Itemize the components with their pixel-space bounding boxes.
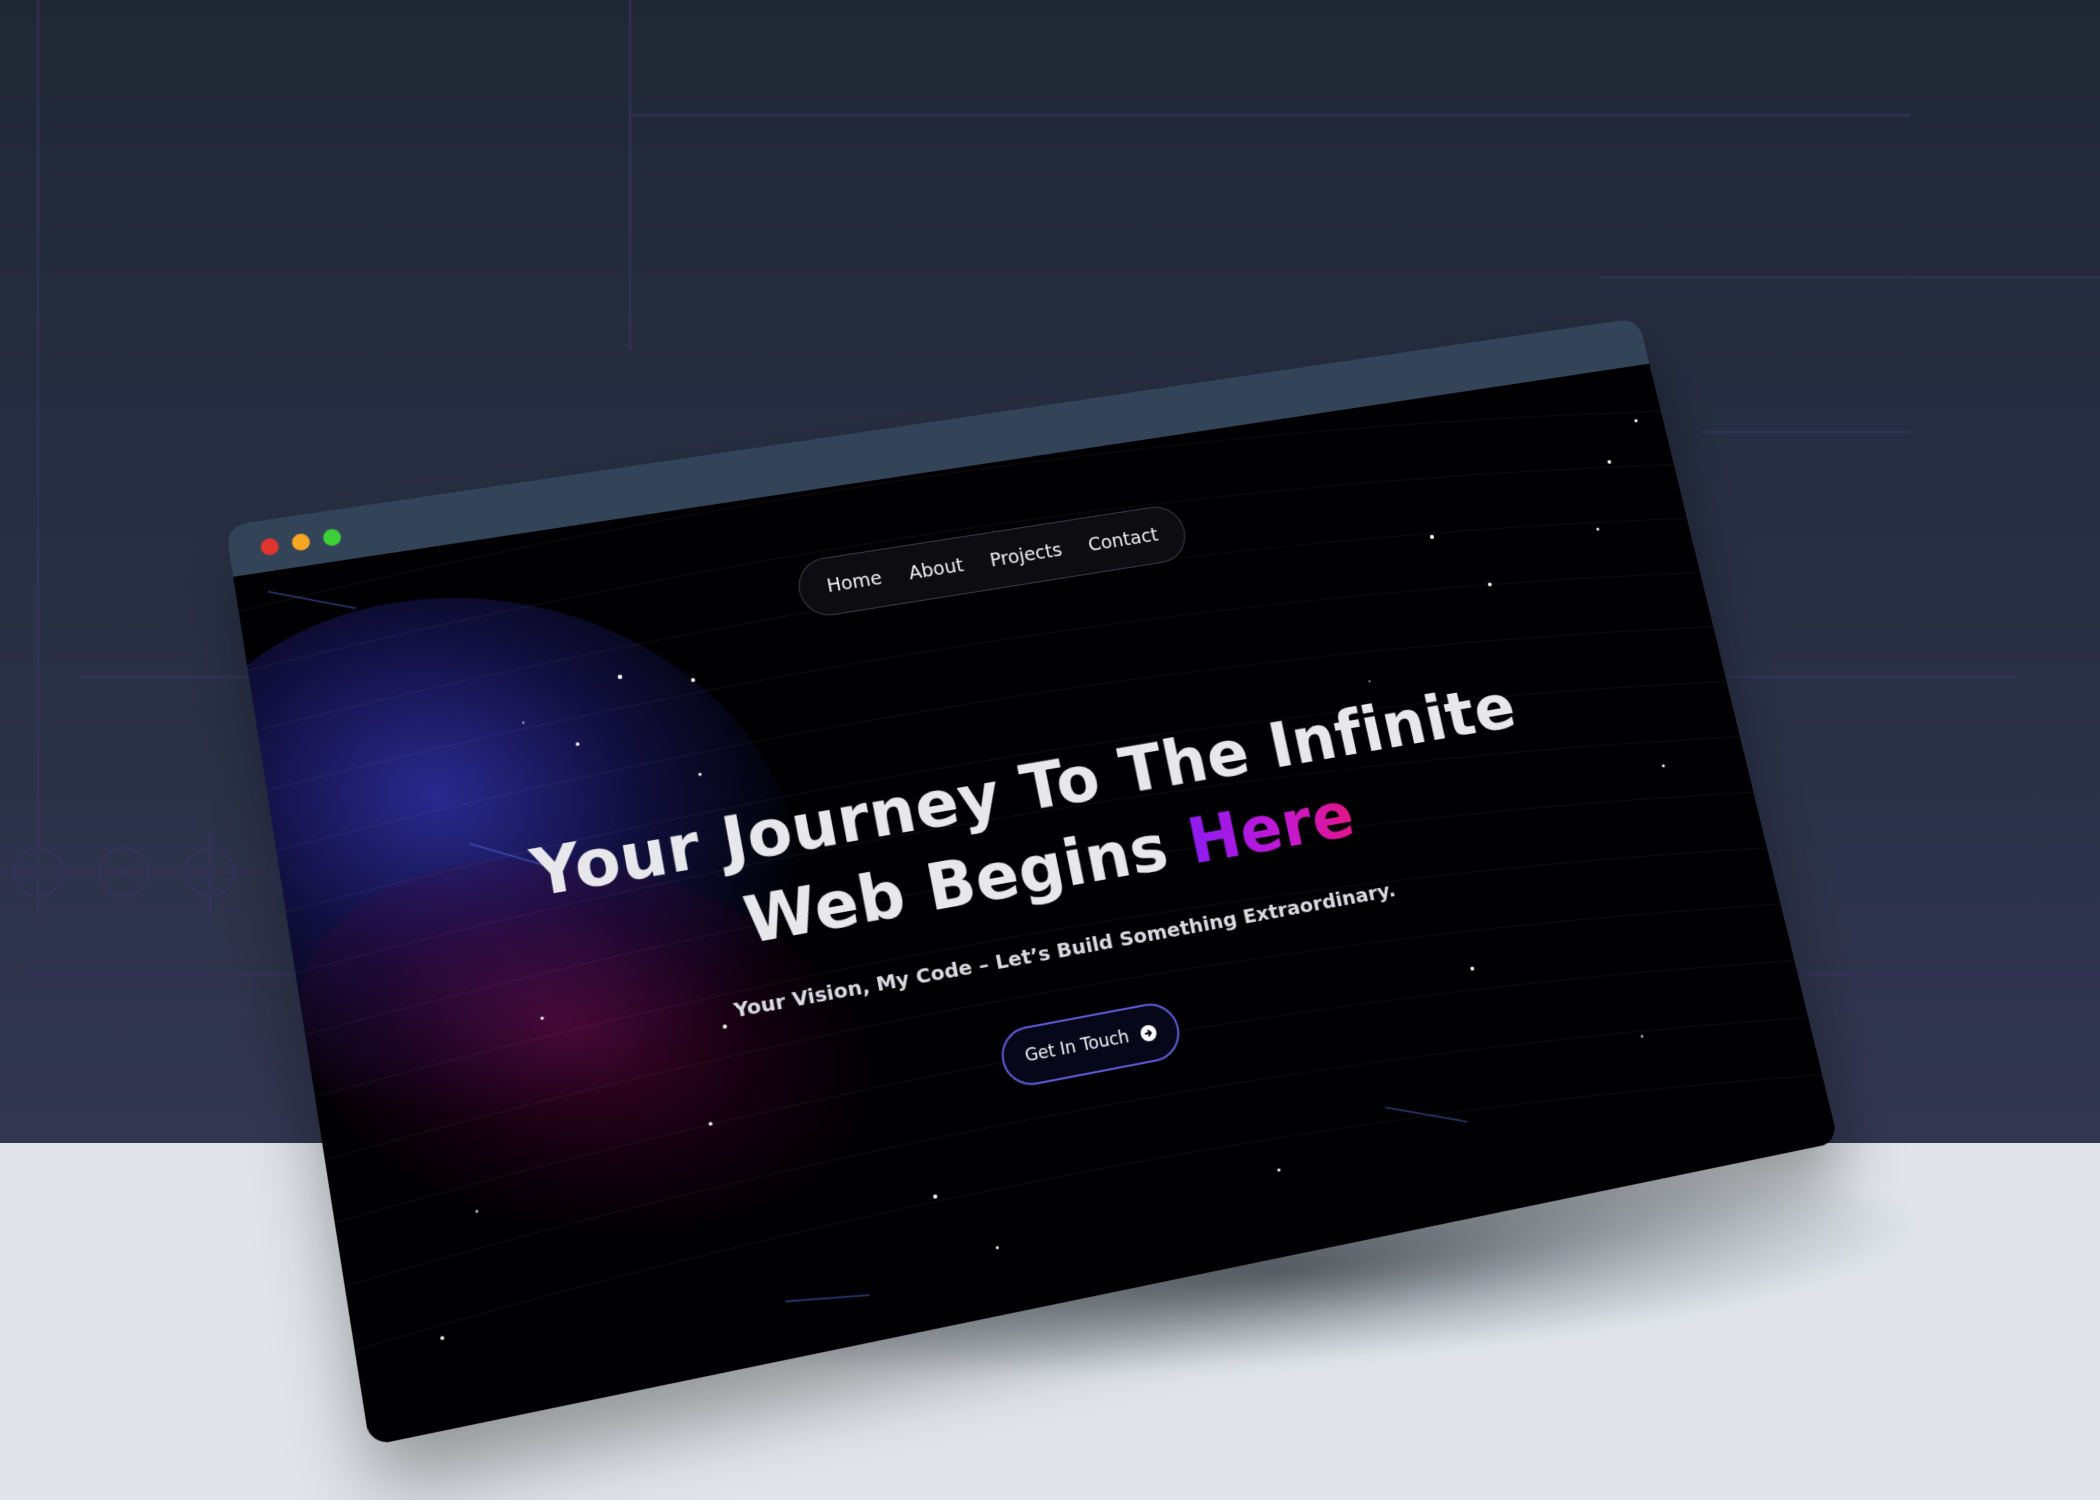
close-window-button[interactable] xyxy=(259,537,280,557)
nav-link-projects[interactable]: Projects xyxy=(988,539,1064,571)
maximize-window-button[interactable] xyxy=(321,527,343,548)
get-in-touch-label: Get In Touch xyxy=(1023,1026,1131,1067)
nav-link-about[interactable]: About xyxy=(907,555,965,584)
arrow-right-circle-icon xyxy=(1139,1023,1158,1043)
nav-link-home[interactable]: Home xyxy=(825,568,884,597)
nav-link-contact[interactable]: Contact xyxy=(1086,524,1160,555)
mockup-scene: Home About Projects Contact Your Journey… xyxy=(0,0,2100,1500)
minimize-window-button[interactable] xyxy=(290,532,312,552)
